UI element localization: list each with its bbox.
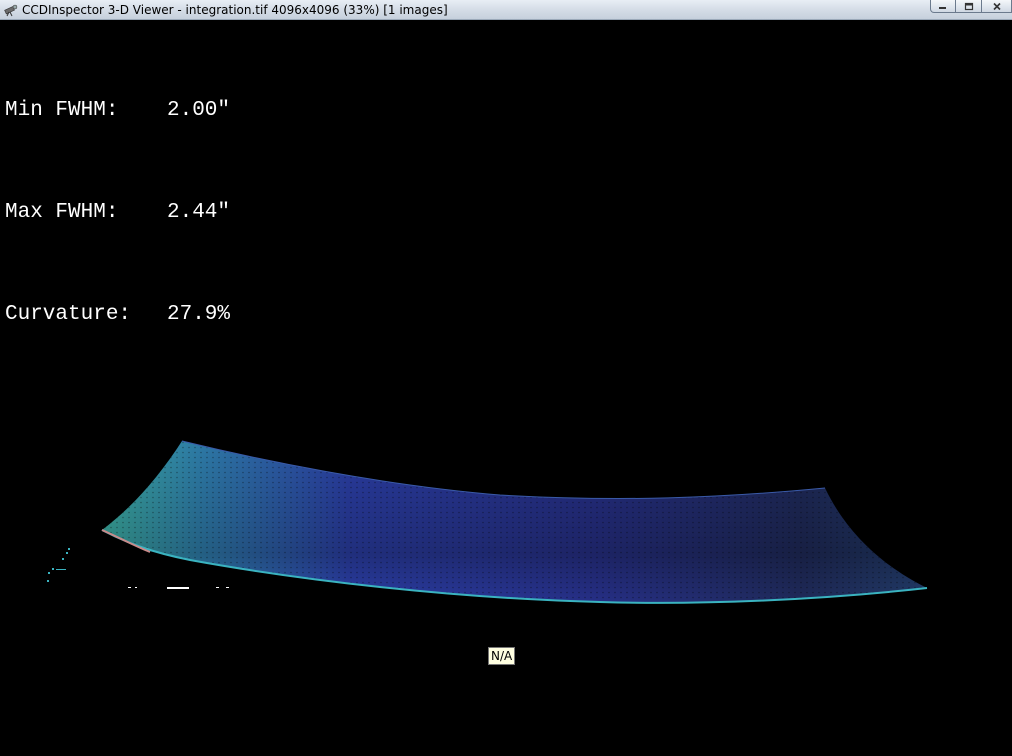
telescope-icon [4,4,18,17]
max-fwhm-label: Max FWHM: [5,201,119,224]
plot-artifacts [47,548,70,582]
surface-grid [102,441,927,603]
minimize-icon [939,7,946,9]
min-fwhm-row: Min FWHM: 2.00" [5,94,230,128]
3d-viewport[interactable]: Min FWHM: 2.00" Max FWHM: 2.44" Curvatur… [0,20,1012,756]
max-fwhm-row: Max FWHM: 2.44" [5,196,230,230]
axis-fragments [128,587,229,589]
min-fwhm-label: Min FWHM: [5,99,119,122]
curvature-row: Curvature: 27.9% [5,298,230,332]
curvature-value: 27.9% [167,303,231,326]
fwhm-stats: Min FWHM: 2.00" Max FWHM: 2.44" Curvatur… [5,26,230,400]
maximize-icon [964,2,973,10]
value-tooltip: N/A [488,647,516,665]
close-button[interactable] [982,0,1012,13]
close-icon [992,2,1001,10]
title-bar[interactable]: CCDInspector 3-D Viewer - integration.ti… [0,0,1012,20]
min-fwhm-value: 2.00" [167,99,231,122]
max-fwhm-value: 2.44" [167,201,231,224]
viewer-window: CCDInspector 3-D Viewer - integration.ti… [0,0,1012,756]
curvature-label: Curvature: [5,303,132,326]
window-title: CCDInspector 3-D Viewer - integration.ti… [22,3,448,17]
minimize-button[interactable] [930,0,956,13]
window-controls [930,0,1012,14]
maximize-button[interactable] [956,0,982,13]
